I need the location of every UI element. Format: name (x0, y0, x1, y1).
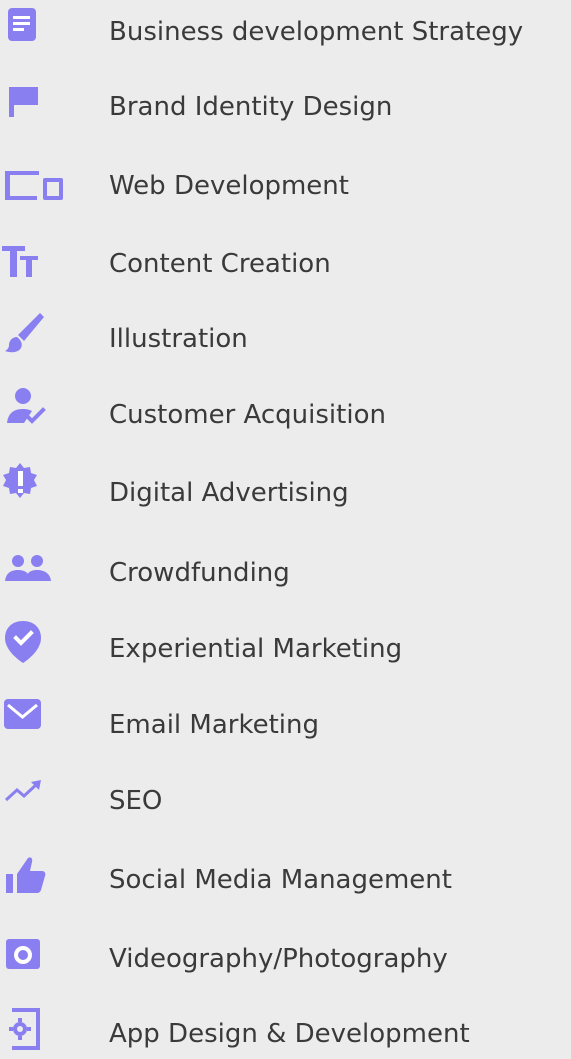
service-item-customer-acquisition: Customer Acquisition (0, 383, 571, 447)
service-label: Experiential Marketing (109, 634, 403, 664)
user-check-icon (0, 383, 64, 447)
document-icon (0, 0, 64, 64)
service-label: Videography/Photography (109, 944, 448, 974)
service-item-experiential-marketing: Experiential Marketing (0, 617, 571, 681)
service-label: Email Marketing (109, 710, 319, 740)
service-label: Social Media Management (109, 865, 452, 895)
service-item-business-development-strategy: Business development Strategy (0, 0, 571, 64)
alert-badge-icon (0, 461, 64, 525)
service-label: Customer Acquisition (109, 400, 386, 430)
service-item-email-marketing: Email Marketing (0, 693, 571, 757)
service-label: Crowdfunding (109, 558, 290, 588)
service-label: App Design & Development (109, 1019, 470, 1049)
devices-icon (0, 154, 64, 218)
app-settings-icon (0, 1002, 64, 1059)
people-icon (0, 541, 64, 605)
service-item-digital-advertising: Digital Advertising (0, 461, 571, 525)
service-item-crowdfunding: Crowdfunding (0, 541, 571, 605)
service-item-videography-photography: Videography/Photography (0, 927, 571, 991)
brush-icon (0, 307, 64, 371)
mail-icon (0, 693, 64, 757)
service-item-content-creation: Content Creation (0, 232, 571, 296)
location-check-icon (0, 617, 64, 681)
services-list: Business development Strategy Brand Iden… (0, 0, 571, 1059)
service-item-web-development: Web Development (0, 154, 571, 218)
service-label: Digital Advertising (109, 478, 349, 508)
camera-icon (0, 927, 64, 991)
service-label: Business development Strategy (109, 17, 524, 47)
service-item-seo: SEO (0, 769, 571, 833)
service-label: Brand Identity Design (109, 92, 393, 122)
service-item-illustration: Illustration (0, 307, 571, 371)
thumbs-up-icon (0, 848, 64, 912)
service-label: SEO (109, 786, 163, 816)
text-size-icon (0, 232, 64, 296)
service-item-brand-identity-design: Brand Identity Design (0, 75, 571, 139)
trending-up-icon (0, 769, 64, 833)
service-label: Illustration (109, 324, 248, 354)
service-label: Web Development (109, 171, 349, 201)
flag-icon (0, 75, 64, 139)
service-item-social-media-management: Social Media Management (0, 848, 571, 912)
service-item-app-design-development: App Design & Development (0, 1002, 571, 1059)
service-label: Content Creation (109, 249, 331, 279)
